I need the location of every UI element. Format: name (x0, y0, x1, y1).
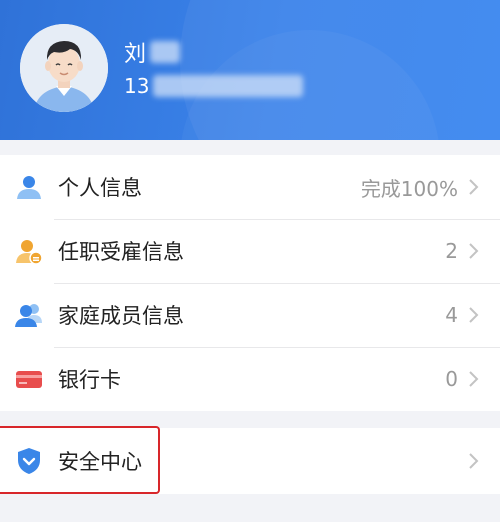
person-icon (14, 172, 44, 202)
list-item-label: 任职受雇信息 (58, 240, 184, 264)
list-item-label: 个人信息 (58, 176, 142, 200)
list-item-value: 4 (445, 303, 458, 327)
highlight-box (0, 426, 160, 494)
chevron-right-icon (468, 241, 482, 261)
user-name-text: 刘 (124, 42, 147, 67)
info-list: 个人信息 完成100% 任职受雇信息 2 家庭成员信息 4 银行卡 0 (0, 155, 500, 411)
chevron-right-icon (468, 305, 482, 325)
masked-phone (153, 75, 304, 97)
list-item-value: 完成100% (360, 176, 458, 201)
family-icon (14, 300, 44, 330)
user-avatar-icon (20, 24, 108, 112)
list-item-personal-info[interactable]: 个人信息 完成100% (0, 155, 500, 219)
masked-name (150, 41, 181, 63)
user-name: 刘 (124, 36, 181, 68)
list-item-bank-card[interactable]: 银行卡 0 (0, 347, 500, 411)
chevron-right-icon (468, 369, 482, 389)
user-phone-text: 13 (124, 74, 150, 98)
employee-icon (14, 236, 44, 266)
list-item-employment-info[interactable]: 任职受雇信息 2 (0, 219, 500, 283)
user-phone: 13 (124, 74, 304, 98)
avatar[interactable] (20, 24, 108, 112)
list-item-value: 2 (445, 239, 458, 263)
list-item-value: 0 (445, 367, 458, 391)
list-item-family-info[interactable]: 家庭成员信息 4 (0, 283, 500, 347)
profile-header: 刘 13 (0, 0, 500, 140)
list-item-label: 银行卡 (58, 368, 121, 392)
chevron-right-icon (468, 451, 482, 471)
bank-card-icon (14, 364, 44, 394)
chevron-right-icon (468, 177, 482, 197)
list-item-label: 家庭成员信息 (58, 304, 184, 328)
